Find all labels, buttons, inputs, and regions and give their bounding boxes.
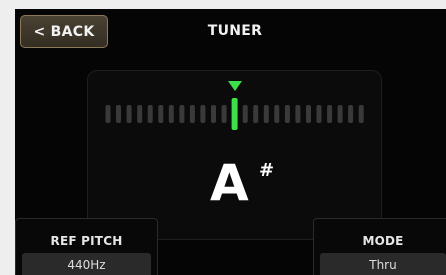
- tuner-segment: [337, 105, 343, 123]
- tuner-segment: [284, 105, 290, 123]
- tuner-segment: [327, 105, 333, 123]
- tuner-segment: [221, 105, 227, 123]
- tuner-segment: [263, 105, 269, 123]
- tuner-segment: [358, 105, 364, 123]
- tuner-segment: [253, 105, 259, 123]
- tuner-segment: [158, 105, 164, 123]
- ref-pitch-label: REF PITCH: [50, 234, 123, 248]
- ref-pitch-control: REF PITCH 440Hz: [15, 218, 158, 275]
- mode-label: MODE: [362, 234, 404, 248]
- tuner-segment: [306, 105, 311, 123]
- tuner-segment: [316, 105, 322, 123]
- tuner-segment: [137, 105, 143, 123]
- tuner-segment: [179, 105, 185, 123]
- detected-note: A: [210, 154, 249, 212]
- tuner-segment: [274, 105, 280, 123]
- tuner-screen: < BACK TUNER A # REF PITCH 440Hz MODE Th…: [15, 9, 446, 275]
- note-accidental: #: [259, 160, 275, 181]
- tuner-segment: [295, 105, 301, 123]
- tuner-segment-active: [231, 98, 238, 130]
- tuner-segment: [211, 105, 216, 123]
- tuner-segment: [242, 105, 248, 123]
- tuner-segment: [189, 105, 195, 123]
- tuner-segment: [116, 105, 121, 123]
- tuner-segment: [147, 105, 153, 123]
- pitch-pointer-icon: [228, 81, 242, 91]
- mode-control: MODE Thru: [313, 218, 446, 275]
- tuner-segment: [200, 105, 206, 123]
- tuner-segment: [126, 105, 132, 123]
- mode-value[interactable]: Thru: [320, 253, 446, 275]
- tuner-segment: [168, 105, 174, 123]
- tuner-segment: [348, 105, 354, 123]
- tuner-segment: [105, 105, 111, 123]
- ref-pitch-value[interactable]: 440Hz: [22, 253, 151, 275]
